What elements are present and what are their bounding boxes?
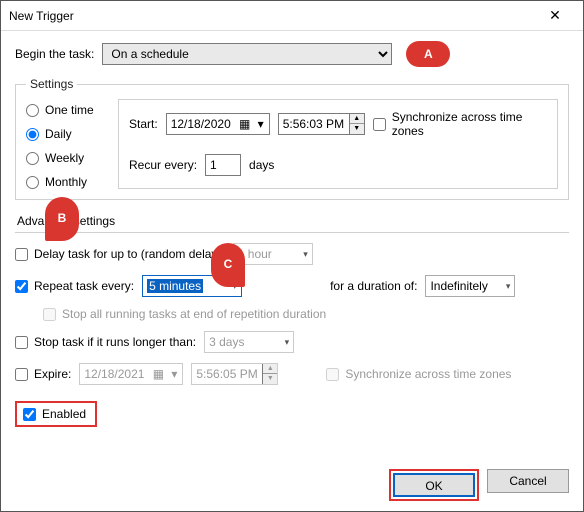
chevron-down-icon: ▾ [166, 367, 182, 381]
recur-label: Recur every: [129, 158, 197, 172]
stop-if-checkbox[interactable]: Stop task if it runs longer than: [15, 335, 196, 349]
chevron-down-icon[interactable]: ▾ [253, 117, 269, 131]
enabled-checkbox[interactable]: Enabled [23, 407, 89, 421]
chevron-down-icon[interactable]: ▾ [506, 281, 511, 292]
close-button[interactable]: ✕ [535, 2, 575, 30]
calendar-icon: ▦ [150, 367, 166, 381]
start-label: Start: [129, 117, 158, 131]
start-date-input[interactable] [167, 114, 237, 134]
spin-down-icon: ▼ [263, 374, 277, 384]
chevron-down-icon: ▾ [303, 249, 308, 260]
expire-checkbox[interactable]: Expire: [15, 367, 71, 381]
settings-legend: Settings [26, 77, 77, 91]
delay-checkbox[interactable]: Delay task for up to (random delay): [15, 247, 225, 261]
callout-a: A [406, 41, 450, 67]
start-date-picker[interactable]: ▦ ▾ [166, 113, 270, 135]
sync-tz2-checkbox: Synchronize across time zones [326, 367, 511, 381]
chevron-down-icon: ▾ [285, 337, 290, 348]
settings-fieldset: Settings One time Daily Weekly Monthly S… [15, 77, 569, 200]
spin-down-icon[interactable]: ▼ [350, 124, 364, 134]
repeat-checkbox[interactable]: Repeat task every: [15, 279, 134, 293]
sync-tz-checkbox[interactable]: Synchronize across time zones [373, 110, 547, 138]
duration-label: for a duration of: [330, 279, 417, 293]
expire-date-input [80, 364, 150, 384]
begin-task-select[interactable]: On a schedule [102, 43, 392, 65]
advanced-title: Advanced settings [17, 214, 569, 228]
expire-time-picker: ▲▼ [191, 363, 278, 385]
callout-c: C [211, 243, 245, 287]
stop-if-combo: 3 days▾ [204, 331, 294, 353]
start-time-input[interactable] [279, 114, 349, 134]
calendar-icon[interactable]: ▦ [237, 117, 253, 131]
radio-monthly[interactable]: Monthly [26, 175, 106, 189]
spin-up-icon[interactable]: ▲ [350, 114, 364, 124]
radio-weekly[interactable]: Weekly [26, 151, 106, 165]
expire-date-picker: ▦ ▾ [79, 363, 183, 385]
recur-unit: days [249, 158, 274, 172]
spin-up-icon: ▲ [263, 364, 277, 374]
radio-one-time[interactable]: One time [26, 103, 106, 117]
expire-time-input [192, 364, 262, 384]
begin-task-label: Begin the task: [15, 47, 94, 61]
recur-input[interactable] [205, 154, 241, 176]
duration-combo[interactable]: Indefinitely▾ [425, 275, 515, 297]
cancel-button[interactable]: Cancel [487, 469, 569, 493]
start-time-picker[interactable]: ▲▼ [278, 113, 365, 135]
ok-button[interactable]: OK [393, 473, 475, 497]
window-title: New Trigger [9, 9, 535, 23]
callout-b: B [45, 197, 79, 241]
radio-daily[interactable]: Daily [26, 127, 106, 141]
stop-all-checkbox: Stop all running tasks at end of repetit… [43, 307, 326, 321]
